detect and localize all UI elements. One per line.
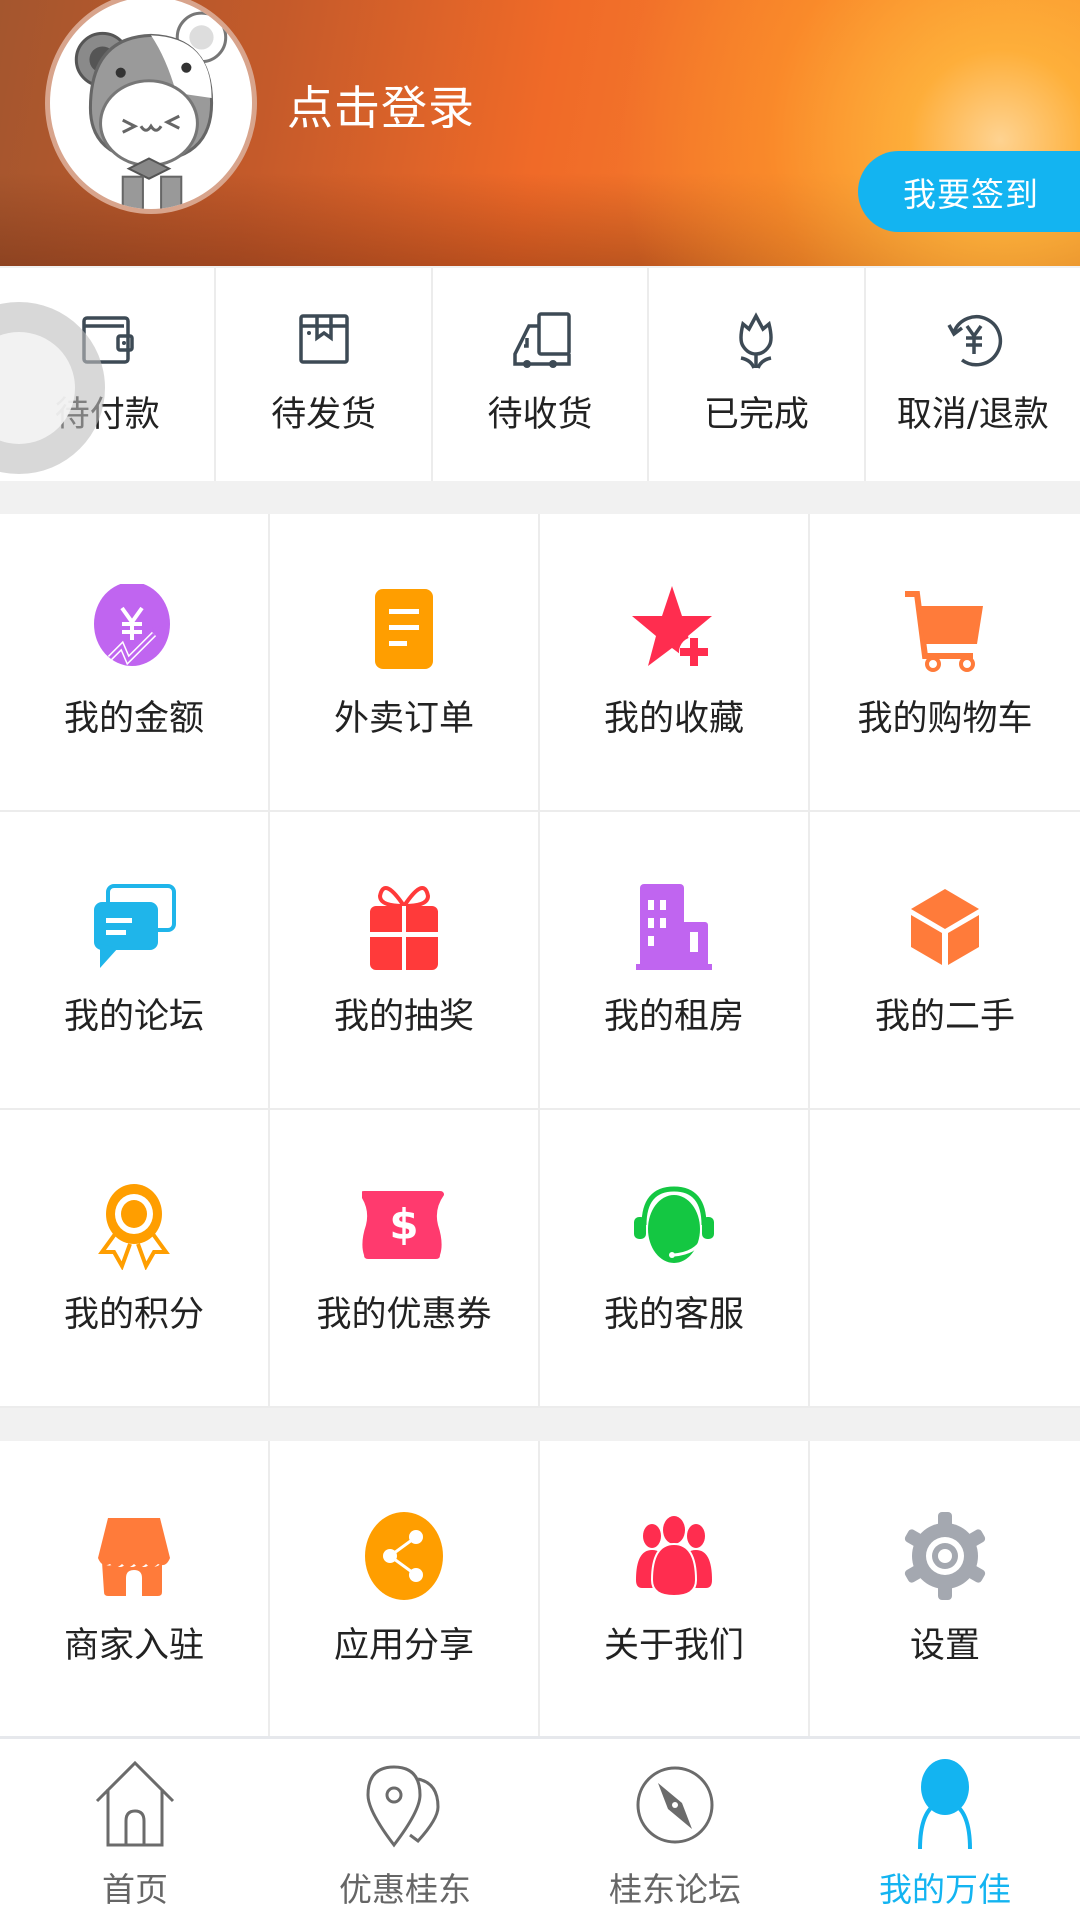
menu-item-my-forum[interactable]: 我的论坛 (0, 812, 270, 1110)
gift-icon (370, 886, 438, 970)
order-status-bar: 待付款 待发货 待收货 已完成 取消/退款 (0, 268, 1080, 481)
menu-label: 应用分享 (333, 1626, 474, 1666)
menu-label: 关于我们 (603, 1626, 744, 1666)
order-label: 待收货 (487, 395, 593, 435)
bottom-tab-bar: 首页 优惠桂东 桂东论坛 我的万佳 (0, 1736, 1080, 1920)
tab-forum[interactable]: 桂东论坛 (540, 1739, 810, 1920)
order-list-icon (375, 589, 433, 669)
avatar[interactable] (45, 0, 257, 214)
menu-item-customer-service[interactable]: 我的客服 (540, 1110, 810, 1408)
order-label: 取消/退款 (896, 395, 1049, 435)
coupon-icon: $ (362, 1191, 444, 1259)
menu-label: 我的租房 (603, 997, 744, 1037)
truck-icon (513, 312, 571, 368)
medal-icon (98, 1184, 170, 1270)
menu-item-settings[interactable]: 设置 (810, 1441, 1080, 1736)
profile-header: 点击登录 我要签到 (0, 0, 1080, 266)
tab-home[interactable]: 首页 (0, 1739, 270, 1920)
menu-label: 我的客服 (603, 1295, 744, 1335)
package-icon (298, 314, 349, 364)
refund-icon (947, 315, 1002, 367)
order-label: 已完成 (703, 395, 809, 435)
tab-my-account[interactable]: 我的万佳 (810, 1739, 1080, 1920)
menu-label: 我的抽奖 (333, 997, 474, 1037)
shop-icon (98, 1518, 170, 1596)
menu-label: 我的论坛 (63, 997, 204, 1037)
building-icon (636, 884, 712, 970)
menu-item-takeout-orders[interactable]: 外卖订单 (270, 514, 540, 812)
sign-in-button[interactable]: 我要签到 (858, 151, 1080, 232)
location-pins-icon (366, 1765, 440, 1848)
menu-label: 我的优惠券 (316, 1295, 492, 1335)
menu-item-my-coupons[interactable]: $ 我的优惠券 (270, 1110, 540, 1408)
menu-item-my-points[interactable]: 我的积分 (0, 1110, 270, 1408)
tulip-icon (739, 312, 774, 369)
order-completed[interactable]: 已完成 (649, 268, 866, 481)
menu-label: 我的二手 (874, 997, 1015, 1037)
order-pending-shipment[interactable]: 待发货 (216, 268, 433, 481)
menu-item-favorites[interactable]: 我的收藏 (540, 514, 810, 812)
menu-item-second-hand[interactable]: 我的二手 (810, 812, 1080, 1110)
user-icon (918, 1759, 972, 1850)
menu-item-share-app[interactable]: 应用分享 (270, 1441, 540, 1736)
menu-item-empty (810, 1110, 1080, 1408)
menu-label: 外卖订单 (333, 699, 474, 739)
money-growth-icon (94, 584, 170, 666)
tab-discount[interactable]: 优惠桂东 (270, 1739, 540, 1920)
menu-label: 我的购物车 (857, 699, 1033, 739)
extra-menu-grid: 商家入驻 应用分享 关于我们 设置 (0, 1441, 1080, 1736)
menu-label: 我的积分 (63, 1295, 204, 1335)
star-add-icon (632, 586, 712, 667)
tab-label: 我的万佳 (879, 1870, 1011, 1909)
order-label: 待发货 (271, 395, 377, 435)
menu-item-shopping-cart[interactable]: 我的购物车 (810, 514, 1080, 812)
menu-item-merchant-join[interactable]: 商家入驻 (0, 1441, 270, 1736)
menu-item-about-us[interactable]: 关于我们 (540, 1441, 810, 1736)
group-icon (636, 1516, 712, 1598)
compass-icon (636, 1766, 714, 1844)
order-pending-receipt[interactable]: 待收货 (433, 268, 650, 481)
box-icon (911, 889, 979, 965)
share-icon (365, 1512, 443, 1600)
headset-icon (634, 1186, 714, 1263)
menu-label: 我的收藏 (603, 699, 744, 739)
cart-icon (905, 591, 983, 672)
menu-label: 商家入驻 (63, 1626, 204, 1666)
menu-item-my-balance[interactable]: 我的金额 (0, 514, 270, 812)
profile-page: 点击登录 我要签到 待付款 待发货 待收货 已完成 取消/退款 我的金额 外卖订… (0, 0, 1080, 1920)
tab-label: 优惠桂东 (339, 1870, 471, 1909)
menu-label: 我的金额 (63, 699, 204, 739)
tab-label: 首页 (102, 1870, 168, 1909)
bear-avatar-icon (74, 11, 228, 209)
menu-item-my-rental[interactable]: 我的租房 (540, 812, 810, 1110)
chat-bubbles-icon (94, 884, 176, 968)
tab-label: 桂东论坛 (609, 1870, 741, 1909)
home-icon (95, 1760, 175, 1847)
menu-item-my-lottery[interactable]: 我的抽奖 (270, 812, 540, 1110)
menu-label: 设置 (909, 1626, 980, 1666)
login-link[interactable]: 点击登录 (287, 72, 475, 138)
order-cancel-refund[interactable]: 取消/退款 (866, 268, 1080, 481)
svg-text:$: $ (389, 1200, 418, 1249)
gear-icon (904, 1512, 986, 1600)
menu-grid: 我的金额 外卖订单 我的收藏 我的购物车 我的论坛 我的抽奖 我的租房 我的二手… (0, 514, 1080, 1408)
